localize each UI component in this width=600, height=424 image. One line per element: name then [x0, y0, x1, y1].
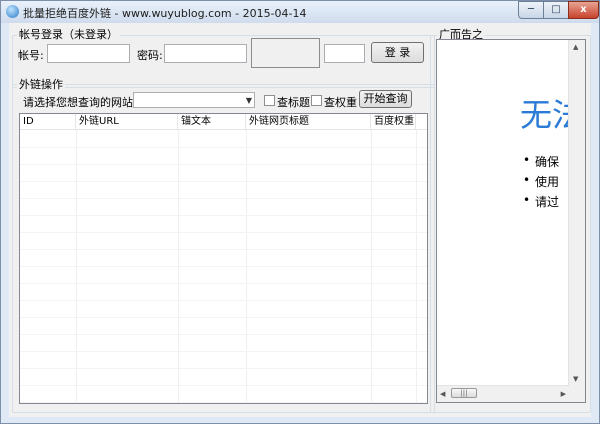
maximize-button[interactable]: □ [543, 1, 569, 19]
horizontal-scrollbar[interactable]: ◀ ||| ▶ [437, 385, 569, 402]
captcha-input[interactable] [324, 44, 365, 63]
grid-line [20, 215, 427, 216]
chevron-down-icon: ▼ [245, 96, 252, 105]
minimize-button[interactable]: ─ [518, 1, 544, 19]
grid-line [20, 147, 427, 148]
check-title-checkbox[interactable] [264, 95, 275, 106]
grid-line [20, 300, 427, 301]
grid-line [20, 402, 427, 403]
grid-line [20, 317, 427, 318]
column-header-page-title[interactable]: 外链网页标题 [246, 114, 371, 130]
column-header-anchor[interactable]: 锚文本 [178, 114, 246, 130]
check-weight-checkbox[interactable] [311, 95, 322, 106]
check-title-label: 查标题 [277, 96, 310, 109]
account-label: 帐号: [18, 49, 44, 62]
grid-line [20, 266, 427, 267]
login-button[interactable]: 登 录 [371, 42, 424, 63]
check-weight-label: 查权重 [324, 96, 357, 109]
scroll-up-icon[interactable]: ▲ [573, 43, 578, 51]
column-header-filler [416, 114, 427, 130]
column-header-id[interactable]: ID [20, 114, 76, 130]
grid-line [20, 385, 427, 386]
error-bullet: 使用 [523, 173, 559, 190]
links-group-label: 外链操作 [17, 76, 65, 92]
results-table[interactable]: ID 外链URL 锚文本 外链网页标题 百度权重 [19, 113, 428, 404]
scroll-corner [569, 386, 585, 402]
app-icon [6, 5, 19, 18]
start-query-button[interactable]: 开始查询 [359, 90, 412, 108]
ad-browser[interactable]: 无法 确保 使用 请过 ▲ ▼ ◀ ||| ▶ [436, 39, 586, 403]
title-bar[interactable]: 批量拒绝百度外链 - www.wuyublog.com - 2015-04-14… [1, 1, 599, 23]
app-window: 批量拒绝百度外链 - www.wuyublog.com - 2015-04-14… [0, 0, 600, 424]
grid-line [20, 351, 427, 352]
scroll-thumb[interactable]: ||| [451, 388, 477, 398]
column-header-url[interactable]: 外链URL [76, 114, 178, 130]
close-button[interactable]: x [568, 1, 599, 19]
grid-line [20, 232, 427, 233]
client-area: 帐号登录（未登录） 帐号: 密码: 登 录 外链操作 请选择您想查询的网站地址:… [9, 23, 591, 417]
scroll-left-icon[interactable]: ◀ [440, 390, 445, 398]
column-header-baidu-weight[interactable]: 百度权重 [371, 114, 416, 130]
grid-line [20, 198, 427, 199]
captcha-image[interactable] [251, 38, 320, 68]
grid-line [20, 164, 427, 165]
site-select[interactable]: ▼ [133, 92, 255, 108]
scroll-right-icon[interactable]: ▶ [561, 390, 566, 398]
grid-line [20, 283, 427, 284]
window-title: 批量拒绝百度外链 - www.wuyublog.com - 2015-04-14 [23, 7, 307, 20]
scroll-down-icon[interactable]: ▼ [573, 375, 578, 383]
vertical-scrollbar[interactable]: ▲ ▼ [568, 40, 585, 386]
login-group-label: 帐号登录（未登录） [17, 26, 120, 42]
grid-line [20, 334, 427, 335]
error-bullet: 请过 [523, 193, 559, 210]
grid-line [20, 368, 427, 369]
grid-line [20, 181, 427, 182]
account-input[interactable] [47, 44, 130, 63]
password-label: 密码: [137, 49, 163, 62]
error-bullet: 确保 [523, 153, 559, 170]
grid-line [20, 249, 427, 250]
password-input[interactable] [164, 44, 247, 63]
